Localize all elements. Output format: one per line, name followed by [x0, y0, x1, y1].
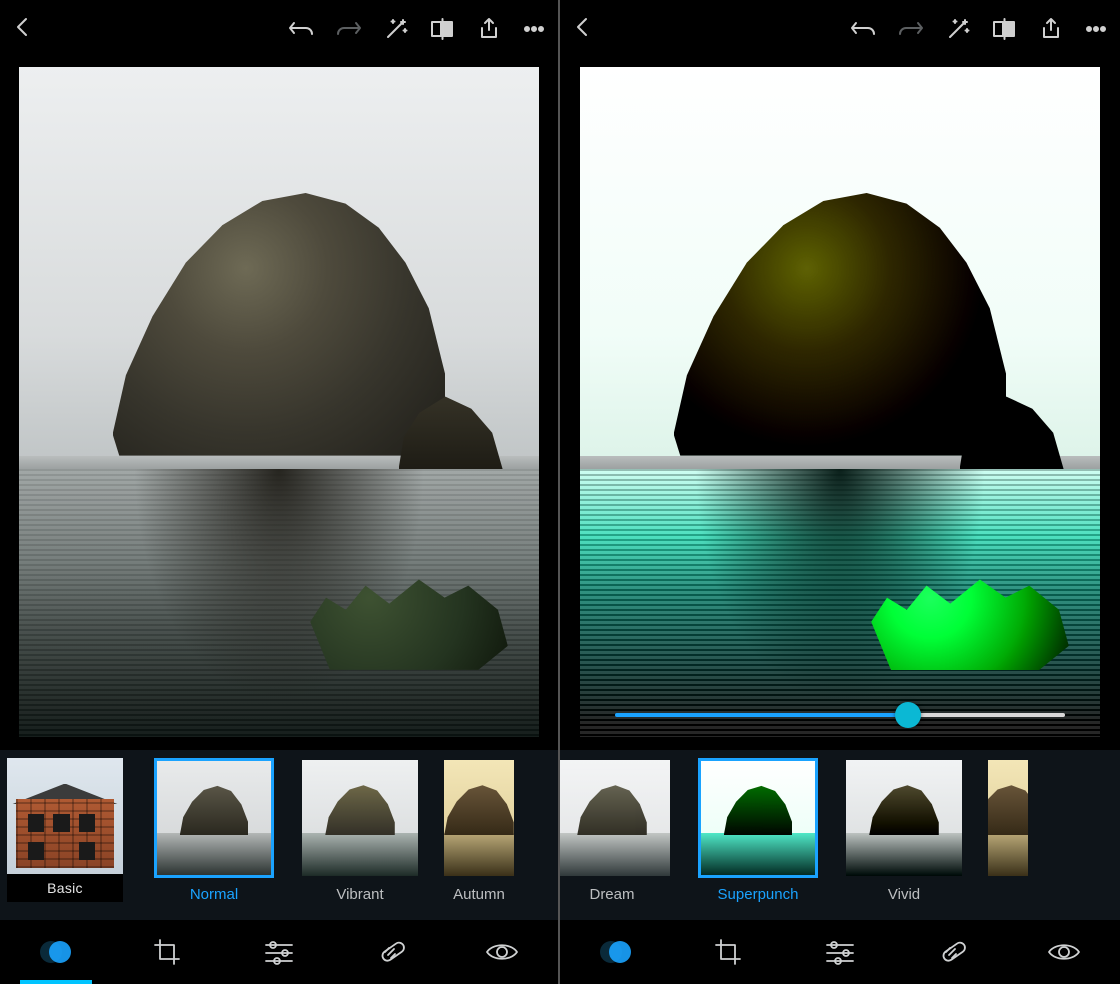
filter-category[interactable]: Basic	[0, 758, 130, 902]
filter-label: Superpunch	[718, 886, 799, 903]
undo-icon[interactable]	[850, 18, 876, 40]
editor-pane-right: ed Dream Superpunch Vivid	[560, 0, 1120, 984]
more-horizontal-icon[interactable]	[522, 19, 546, 39]
tab-looks[interactable]	[580, 920, 652, 984]
split-compare-icon[interactable]	[992, 18, 1018, 40]
tab-crop[interactable]	[692, 920, 764, 984]
filter-label: Vivid	[888, 886, 920, 903]
bottom-tabbar	[0, 920, 558, 984]
canvas[interactable]	[560, 58, 1120, 750]
redo-icon[interactable]	[898, 18, 924, 40]
filter-label: Dream	[589, 886, 634, 903]
category-thumb	[7, 758, 123, 874]
back-icon[interactable]	[12, 16, 34, 38]
filter-partial-next[interactable]	[988, 758, 1028, 878]
back-icon[interactable]	[572, 16, 594, 38]
slider-thumb[interactable]	[895, 702, 921, 728]
redo-icon[interactable]	[336, 18, 362, 40]
tab-heal[interactable]	[916, 920, 988, 984]
tab-looks[interactable]	[20, 920, 92, 984]
share-icon[interactable]	[1040, 17, 1062, 41]
tab-redeye[interactable]	[1028, 920, 1100, 984]
tab-crop[interactable]	[131, 920, 203, 984]
bottom-tabbar	[560, 920, 1120, 984]
filter-strip: Basic Normal Vibrant Autumn	[0, 750, 558, 920]
top-toolbar	[560, 0, 1120, 58]
filter-label: Normal	[190, 886, 238, 903]
tab-adjust[interactable]	[804, 920, 876, 984]
category-label: Basic	[7, 874, 123, 902]
photo-preview	[19, 67, 539, 737]
tab-adjust[interactable]	[243, 920, 315, 984]
filter-autumn[interactable]: Autumn	[444, 758, 514, 903]
more-horizontal-icon[interactable]	[1084, 19, 1108, 39]
filter-vivid[interactable]: Vivid	[842, 758, 966, 903]
filter-list[interactable]: ed Dream Superpunch Vivid	[560, 758, 1120, 903]
split-compare-icon[interactable]	[430, 18, 456, 40]
filter-normal[interactable]: Normal	[152, 758, 276, 903]
filter-dream[interactable]: Dream	[560, 758, 674, 903]
filter-label: Vibrant	[336, 886, 383, 903]
share-icon[interactable]	[478, 17, 500, 41]
tab-redeye[interactable]	[466, 920, 538, 984]
magic-wand-icon[interactable]	[384, 17, 408, 41]
magic-wand-icon[interactable]	[946, 17, 970, 41]
filter-vibrant[interactable]: Vibrant	[298, 758, 422, 903]
intensity-slider[interactable]	[615, 700, 1065, 730]
undo-icon[interactable]	[288, 18, 314, 40]
photo-preview	[580, 67, 1100, 737]
canvas[interactable]	[0, 58, 558, 750]
top-toolbar	[0, 0, 558, 58]
tab-heal[interactable]	[355, 920, 427, 984]
filter-superpunch[interactable]: Superpunch	[696, 758, 820, 903]
filter-list[interactable]: Normal Vibrant Autumn	[130, 758, 558, 903]
editor-pane-left: Basic Normal Vibrant Autumn	[0, 0, 560, 984]
filter-label: Autumn	[453, 886, 505, 903]
filter-strip: ed Dream Superpunch Vivid	[560, 750, 1120, 920]
